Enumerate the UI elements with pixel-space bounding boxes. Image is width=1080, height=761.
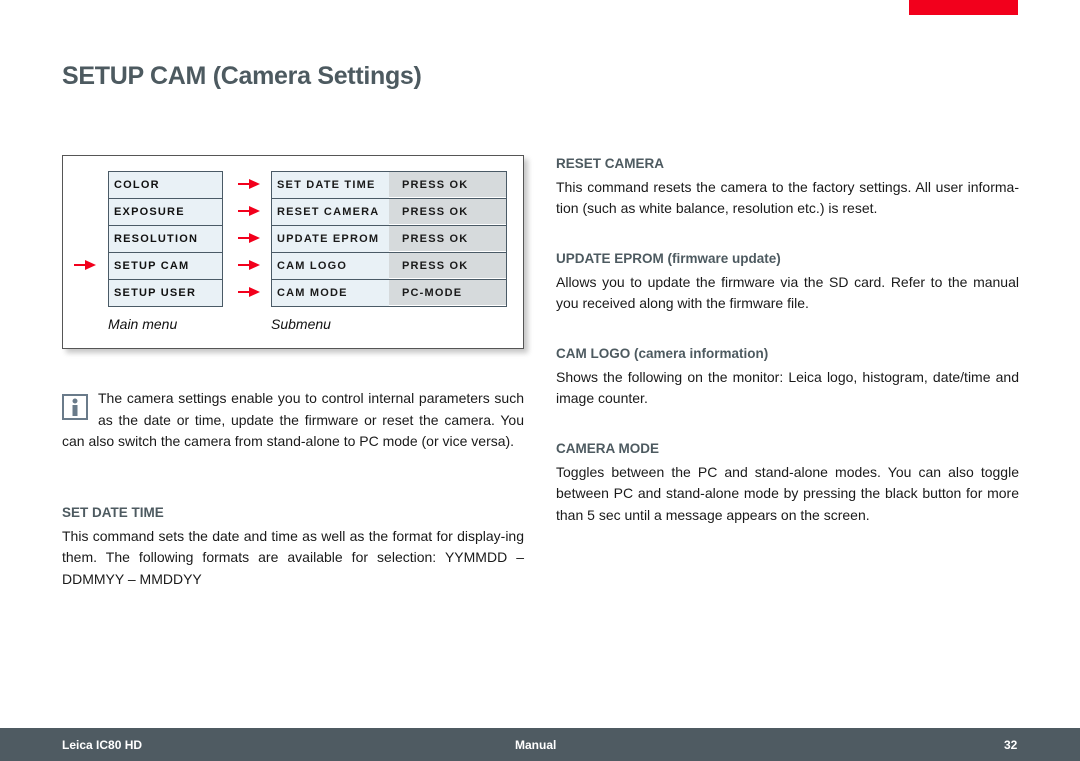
submenu-item-value: PRESS OK: [389, 172, 506, 198]
submenu-row: SET DATE TIME PRESS OK: [272, 172, 506, 199]
submenu-row: UPDATE EPROM PRESS OK: [272, 226, 506, 253]
arrow-right-icon: [74, 260, 96, 270]
section-heading: CAMERA MODE: [556, 441, 659, 456]
section-heading: RESET CAMERA: [556, 156, 665, 171]
main-menu-item-selected: SETUP CAM: [109, 253, 222, 280]
section-camera-mode: CAMERA MODE Toggles between the PC and s…: [556, 438, 1019, 526]
main-menu-item-label: RESOLUTION: [114, 233, 199, 245]
main-menu-item: EXPOSURE: [109, 199, 222, 226]
page-footer: Leica IC80 HD Manual 32: [0, 728, 1080, 761]
submenu: SET DATE TIME PRESS OK RESET CAMERA PRES…: [271, 171, 507, 307]
section-body: Shows the following on the monitor: Leic…: [556, 368, 1019, 407]
section-body: This command resets the camera to the fa…: [556, 178, 1019, 217]
main-menu: COLOR EXPOSURE RESOLUTION SETUP CAM SETU…: [108, 171, 223, 307]
main-menu-item: COLOR: [109, 172, 222, 199]
section-heading: UPDATE EPROM (firmware update): [556, 251, 781, 266]
main-menu-item: SETUP USER: [109, 280, 222, 306]
arrow-right-icon: [238, 206, 260, 216]
section-set-date-time: SET DATE TIME This command sets the date…: [62, 502, 524, 590]
submenu-item-name: CAM LOGO: [272, 253, 389, 279]
section-heading: CAM LOGO (camera information): [556, 346, 769, 361]
submenu-caption: Submenu: [271, 316, 331, 332]
info-icon: [62, 394, 88, 420]
red-page-tab: [909, 0, 1018, 15]
page-title: SETUP CAM (Camera Settings): [62, 62, 422, 90]
section-body: Allows you to update the firmware via th…: [556, 273, 1019, 312]
arrow-right-icon: [238, 260, 260, 270]
section-heading: SET DATE TIME: [62, 505, 164, 520]
main-menu-item-label: COLOR: [114, 179, 160, 191]
main-menu-item-label: SETUP CAM: [114, 260, 190, 272]
arrow-right-icon: [238, 233, 260, 243]
submenu-item-name: CAM MODE: [272, 280, 389, 306]
arrow-right-icon: [238, 179, 260, 189]
submenu-item-name: SET DATE TIME: [272, 172, 389, 198]
section-body: This command sets the date and time as w…: [62, 527, 524, 587]
submenu-row: CAM LOGO PRESS OK: [272, 253, 506, 280]
submenu-item-value: PRESS OK: [389, 226, 506, 252]
main-menu-item: RESOLUTION: [109, 226, 222, 253]
main-menu-item-label: SETUP USER: [114, 287, 197, 299]
footer-product: Leica IC80 HD: [62, 738, 143, 752]
main-menu-item-label: EXPOSURE: [114, 206, 185, 218]
arrow-right-icon: [238, 287, 260, 297]
submenu-item-value: PRESS OK: [389, 253, 506, 279]
submenu-item-name: RESET CAMERA: [272, 199, 389, 225]
submenu-row: RESET CAMERA PRESS OK: [272, 199, 506, 226]
info-note: The camera settings enable you to contro…: [62, 388, 524, 453]
submenu-item-value: PRESS OK: [389, 199, 506, 225]
main-menu-caption: Main menu: [108, 316, 178, 332]
footer-page-number: 32: [1004, 738, 1018, 752]
section-cam-logo: CAM LOGO (camera information) Shows the …: [556, 343, 1019, 410]
menu-diagram: COLOR EXPOSURE RESOLUTION SETUP CAM SETU…: [62, 155, 524, 349]
section-reset-camera: RESET CAMERA This command resets the cam…: [556, 153, 1019, 220]
submenu-item-value: PC-MODE: [389, 280, 506, 306]
footer-doc-type: Manual: [515, 738, 557, 752]
submenu-item-name: UPDATE EPROM: [272, 226, 389, 252]
info-note-text: The camera settings enable you to contro…: [62, 390, 524, 449]
section-update-eprom: UPDATE EPROM (firmware update) Allows yo…: [556, 248, 1019, 315]
section-body: Toggles between the PC and stand-alone m…: [556, 463, 1019, 523]
submenu-row: CAM MODE PC-MODE: [272, 280, 506, 306]
